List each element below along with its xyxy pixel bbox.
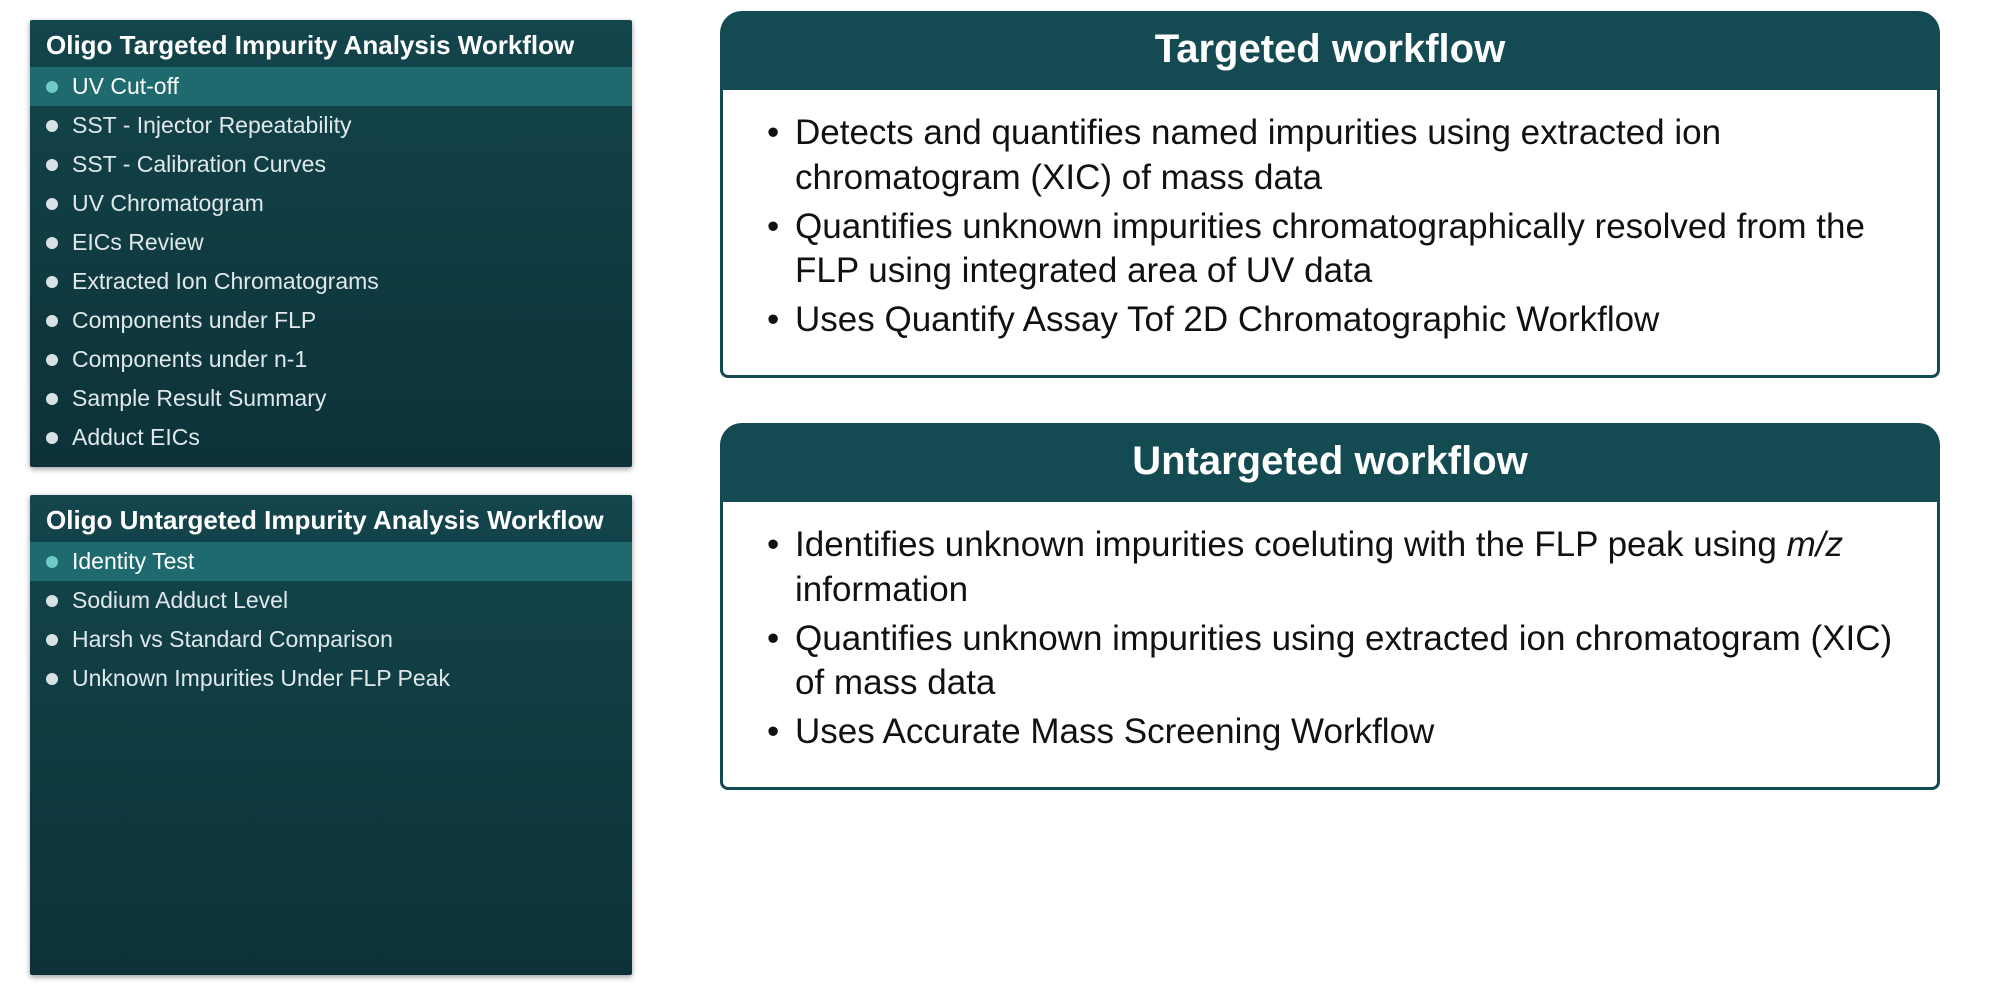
bullet-icon (46, 634, 58, 646)
workflow-step-components-n1[interactable]: Components under n-1 (30, 340, 632, 379)
workflow-step-harsh-vs-standard[interactable]: Harsh vs Standard Comparison (30, 620, 632, 659)
workflow-step-label: Components under n-1 (72, 346, 307, 373)
workflow-step-adduct-eics[interactable]: Adduct EICs (30, 418, 632, 457)
card-bullet: Quantifies unknown impurities chromatogr… (767, 205, 1907, 295)
workflow-step-sst-injector[interactable]: SST - Injector Repeatability (30, 106, 632, 145)
workflow-step-sodium-adduct[interactable]: Sodium Adduct Level (30, 581, 632, 620)
panel-untargeted-workflow: Oligo Untargeted Impurity Analysis Workf… (30, 495, 632, 975)
bullet-icon (46, 315, 58, 327)
workflow-step-label: Adduct EICs (72, 424, 200, 451)
panel-targeted-list: UV Cut-off SST - Injector Repeatability … (30, 67, 632, 457)
bullet-icon (46, 276, 58, 288)
card-bullet: Identifies unknown impurities coeluting … (767, 523, 1907, 613)
bullet-icon (46, 673, 58, 685)
card-untargeted-body: Identifies unknown impurities coeluting … (767, 523, 1907, 755)
bullet-icon (46, 198, 58, 210)
workflow-step-unknown-impurities-flp[interactable]: Unknown Impurities Under FLP Peak (30, 659, 632, 698)
card-bullet: Detects and quantifies named impurities … (767, 111, 1907, 201)
workflow-step-label: Sodium Adduct Level (72, 587, 288, 614)
bullet-icon (46, 120, 58, 132)
bullet-icon (46, 237, 58, 249)
bullet-icon (46, 159, 58, 171)
right-column: Targeted workflow Detects and quantifies… (720, 38, 1940, 862)
card-targeted-body: Detects and quantifies named impurities … (767, 111, 1907, 343)
workflow-step-label: SST - Injector Repeatability (72, 112, 352, 139)
bullet-text-post: information (795, 570, 968, 609)
workflow-step-sst-calibration[interactable]: SST - Calibration Curves (30, 145, 632, 184)
card-bullet: Quantifies unknown impurities using extr… (767, 617, 1907, 707)
workflow-step-uv-chromatogram[interactable]: UV Chromatogram (30, 184, 632, 223)
workflow-step-uv-cutoff[interactable]: UV Cut-off (30, 67, 632, 106)
workflow-step-label: Sample Result Summary (72, 385, 326, 412)
bullet-text-pre: Identifies unknown impurities coeluting … (795, 525, 1787, 564)
workflow-step-label: Components under FLP (72, 307, 316, 334)
card-bullet: Uses Accurate Mass Screening Workflow (767, 710, 1907, 755)
card-untargeted-workflow: Untargeted workflow Identifies unknown i… (720, 450, 1940, 790)
workflow-step-label: SST - Calibration Curves (72, 151, 326, 178)
workflow-step-label: Harsh vs Standard Comparison (72, 626, 393, 653)
card-bullet: Uses Quantify Assay Tof 2D Chromatograph… (767, 298, 1907, 343)
card-untargeted-title: Untargeted workflow (720, 423, 1940, 502)
workflow-step-label: UV Chromatogram (72, 190, 264, 217)
bullet-icon (46, 432, 58, 444)
workflow-step-label: UV Cut-off (72, 73, 179, 100)
panel-targeted-workflow: Oligo Targeted Impurity Analysis Workflo… (30, 20, 632, 467)
bullet-icon (46, 556, 58, 568)
card-targeted-workflow: Targeted workflow Detects and quantifies… (720, 38, 1940, 378)
panel-targeted-title: Oligo Targeted Impurity Analysis Workflo… (30, 20, 632, 67)
panel-untargeted-title: Oligo Untargeted Impurity Analysis Workf… (30, 495, 632, 542)
left-column: Oligo Targeted Impurity Analysis Workflo… (30, 20, 632, 1003)
workflow-step-label: EICs Review (72, 229, 204, 256)
workflow-step-components-flp[interactable]: Components under FLP (30, 301, 632, 340)
workflow-step-sample-summary[interactable]: Sample Result Summary (30, 379, 632, 418)
workflow-step-label: Identity Test (72, 548, 194, 575)
workflow-step-label: Extracted Ion Chromatograms (72, 268, 379, 295)
workflow-step-identity-test[interactable]: Identity Test (30, 542, 632, 581)
panel-untargeted-list: Identity Test Sodium Adduct Level Harsh … (30, 542, 632, 698)
bullet-icon (46, 354, 58, 366)
bullet-text-mz: m/z (1787, 525, 1843, 564)
workflow-step-extracted-ion-chrom[interactable]: Extracted Ion Chromatograms (30, 262, 632, 301)
workflow-step-label: Unknown Impurities Under FLP Peak (72, 665, 450, 692)
card-targeted-title: Targeted workflow (720, 11, 1940, 90)
workflow-step-eics-review[interactable]: EICs Review (30, 223, 632, 262)
bullet-icon (46, 595, 58, 607)
bullet-icon (46, 81, 58, 93)
bullet-icon (46, 393, 58, 405)
